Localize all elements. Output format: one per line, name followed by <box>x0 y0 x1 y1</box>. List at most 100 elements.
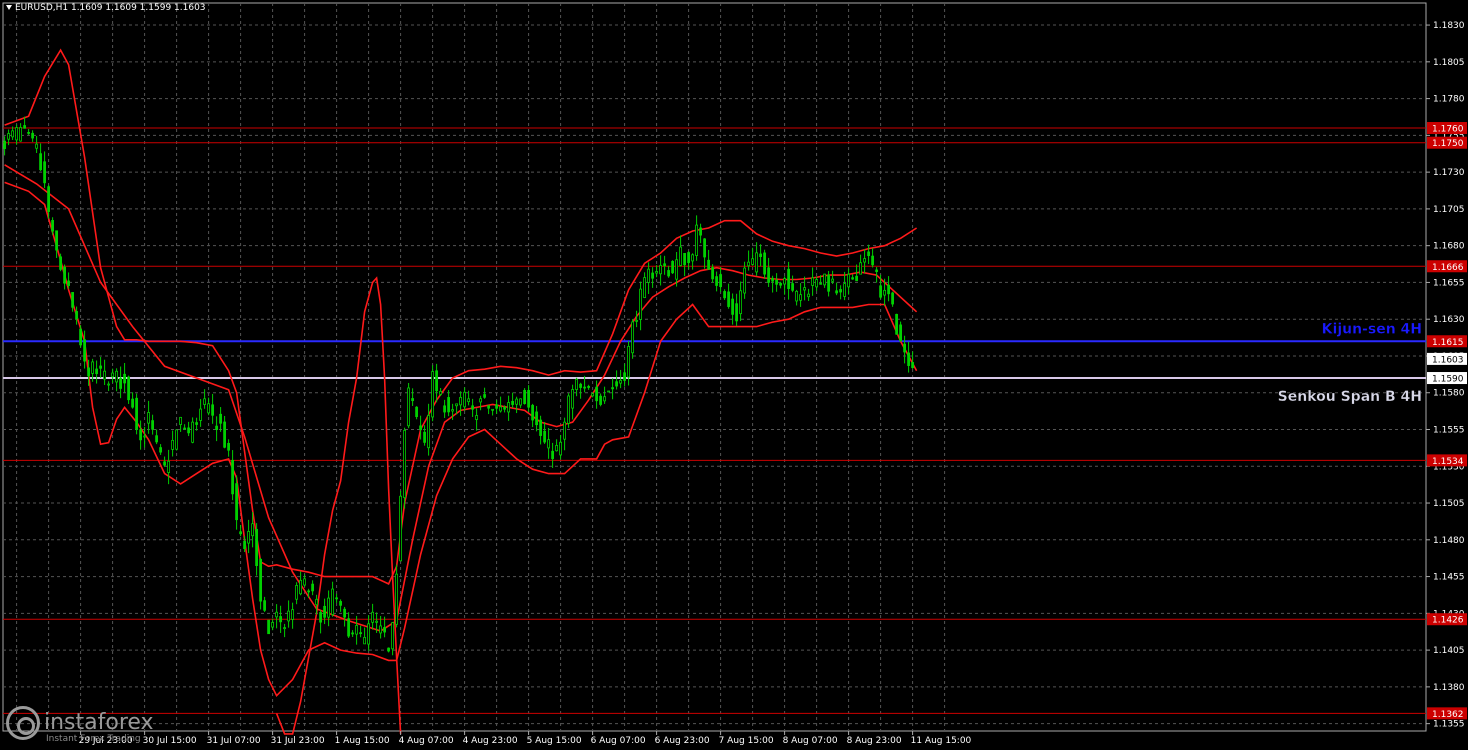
grid <box>2 2 1427 732</box>
candle-body <box>531 404 534 421</box>
price-tick-label: 1.1780 <box>1433 95 1465 105</box>
candle-body <box>831 278 834 282</box>
candle-body <box>655 271 658 274</box>
level-name: Senkou Span B 4H <box>1278 389 1422 405</box>
candle-body <box>15 127 19 141</box>
candle-body <box>679 246 682 266</box>
candle-body <box>499 406 503 412</box>
candle-body <box>723 291 726 299</box>
candle-body <box>375 620 379 623</box>
candle-body <box>107 383 110 386</box>
candle-body <box>99 365 102 369</box>
candle-body <box>503 406 507 410</box>
candle-body <box>83 339 86 362</box>
candle-body <box>151 420 155 430</box>
candle-body <box>535 411 538 426</box>
candle-body <box>687 252 690 263</box>
candle-body <box>667 270 670 277</box>
candle-body <box>299 579 303 595</box>
time-tick-label: 1 Aug 15:00 <box>335 736 390 746</box>
time-tick-label: 8 Aug 23:00 <box>847 736 902 746</box>
candle-body <box>707 259 710 270</box>
candle-body <box>51 220 54 232</box>
candle-body <box>559 441 562 456</box>
candle-body <box>31 132 35 139</box>
candle-body <box>163 461 167 466</box>
level-name: Kijun-sen 4H <box>1322 321 1422 337</box>
candle-body <box>827 274 830 292</box>
candle-body <box>219 413 223 424</box>
candle-body <box>771 277 774 282</box>
candle-body <box>623 372 626 381</box>
time-tick-label: 4 Aug 23:00 <box>463 736 518 746</box>
candle-body <box>691 254 694 262</box>
price-tick-label: 1.1830 <box>1433 21 1465 31</box>
candle-body <box>583 386 586 389</box>
candle-body <box>215 425 219 430</box>
time-tick-label: 11 Aug 15:00 <box>911 736 972 746</box>
candle-body <box>663 263 666 267</box>
candle-body <box>3 140 6 149</box>
dropdown-triangle-icon[interactable] <box>6 5 12 10</box>
candle-body <box>815 279 818 288</box>
price-chart[interactable]: Kijun-sen 4H Senkou Span B 4H 1.1830 1.180… <box>0 0 1468 750</box>
candle-body <box>835 290 838 294</box>
candle-body <box>635 320 638 322</box>
candle-body <box>711 267 714 280</box>
candle-body <box>523 389 526 405</box>
price-axis: 1.18301.18051.17801.17551.17301.17051.16… <box>1426 21 1467 730</box>
candle-body <box>515 398 518 405</box>
candle-body <box>795 290 798 302</box>
candle-body <box>699 227 702 236</box>
candle-body <box>779 283 782 286</box>
candle-body <box>483 394 487 398</box>
time-tick-label: 31 Jul 23:00 <box>271 736 325 746</box>
candle-body <box>911 362 914 368</box>
instaforex-logo-icon <box>6 706 40 740</box>
candle-body <box>199 408 203 421</box>
candle-body <box>347 618 351 637</box>
candle-body <box>575 378 578 390</box>
price-tick-label: 1.1655 <box>1433 278 1465 288</box>
candle-body <box>427 415 431 449</box>
candle-body <box>487 405 491 409</box>
candle-body <box>135 397 139 430</box>
candle-body <box>159 447 163 453</box>
candle-body <box>399 495 403 562</box>
price-tick-label: 1.1555 <box>1433 426 1465 436</box>
candle-body <box>899 324 902 342</box>
candle-body <box>567 395 570 424</box>
candle-body <box>67 280 70 286</box>
candles <box>3 116 914 656</box>
candle-body <box>311 583 315 592</box>
ichimoku-wide-line <box>275 276 402 735</box>
candle-body <box>419 425 423 431</box>
candle-body <box>247 531 251 544</box>
candle-body <box>611 387 614 390</box>
candle-body <box>359 632 363 635</box>
candle-body <box>627 346 630 378</box>
candle-body <box>379 625 383 634</box>
candle-body <box>47 186 50 212</box>
level-price-label: 1.1426 <box>1432 616 1464 626</box>
candle-body <box>491 408 495 411</box>
candle-body <box>203 398 207 405</box>
candle-body <box>431 371 435 418</box>
candle-body <box>339 601 343 606</box>
level-price-label: 1.1615 <box>1432 338 1464 348</box>
candle-body <box>411 398 415 402</box>
candle-body <box>291 609 295 620</box>
candle-body <box>55 230 58 251</box>
candle-body <box>607 390 610 393</box>
candle-body <box>727 291 730 307</box>
price-tick-label: 1.1380 <box>1433 683 1465 693</box>
candle-body <box>527 390 530 408</box>
candle-body <box>451 409 455 412</box>
time-axis: 29 Jul 23:00 30 Jul 15:00 31 Jul 07:00 31 J… <box>79 731 972 746</box>
time-tick-label: 31 Jul 07:00 <box>207 736 261 746</box>
time-tick-label: 8 Aug 07:00 <box>783 736 838 746</box>
candle-body <box>743 267 746 294</box>
candle-body <box>271 622 275 628</box>
candle-body <box>127 376 130 401</box>
candle-body <box>155 435 159 443</box>
